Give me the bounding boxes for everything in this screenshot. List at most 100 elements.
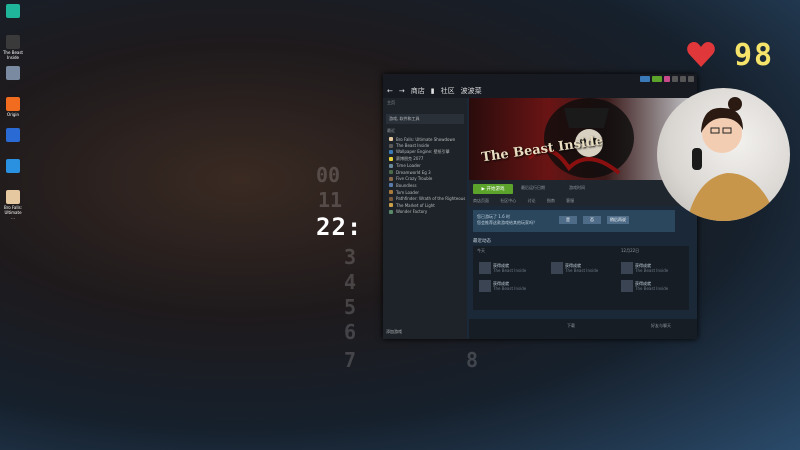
clock-digit-row-5: 5 [344, 295, 357, 319]
desktop-shortcut[interactable] [2, 128, 24, 143]
game-icon [389, 190, 393, 195]
activity-card[interactable]: 获得成就 The Beast Inside [551, 262, 621, 276]
tab-community-hub[interactable]: 社区中心 [500, 198, 516, 203]
app-icon [6, 159, 20, 173]
tab-store-page[interactable]: 商店页面 [473, 198, 489, 203]
game-icon [389, 137, 393, 142]
nav-store[interactable]: 商店 [411, 86, 425, 96]
close-icon[interactable] [688, 76, 694, 82]
game-name: Five Crazy Trouble [396, 176, 433, 182]
activity-title: 最近动态 [473, 239, 491, 244]
activity-card-subtitle: The Beast Inside [493, 268, 527, 273]
play-button[interactable]: ▶ 开始游戏 [473, 184, 513, 194]
activity-card-subtitle: The Beast Inside [565, 268, 599, 273]
bottom-bar: 下载 好友与聊天 [469, 319, 697, 339]
tab-discussions[interactable]: 讨论 [528, 198, 536, 203]
achievement-icon [479, 262, 491, 274]
sidebar-home[interactable]: 主页 [383, 98, 467, 112]
desktop-shortcut[interactable]: The Beast Inside [2, 35, 24, 60]
game-name: Tom Loader [396, 189, 420, 195]
game-subtabs: 商店页面 社区中心 讨论 指南 客服 [473, 198, 584, 204]
tab-support[interactable]: 客服 [566, 198, 574, 203]
app-icon [6, 190, 20, 204]
desktop-shortcut[interactable] [2, 4, 24, 19]
desktop-clock: 22: [316, 213, 363, 241]
sidebar-game-item[interactable]: Bro Falls: Ultimate Showdown [383, 136, 467, 143]
notifications-icon[interactable] [652, 76, 662, 82]
game-icon [389, 183, 393, 188]
downloads-button[interactable]: 下载 [567, 323, 575, 329]
activity-today: 今天 [477, 248, 485, 253]
activity-card-subtitle: The Beast Inside [635, 268, 669, 273]
add-game-button[interactable]: 添加游戏 [386, 329, 402, 335]
sidebar-game-item[interactable]: Five Crazy Trouble [383, 176, 467, 183]
game-icon [389, 176, 393, 181]
clock-digit-row-7: 7 [344, 348, 357, 372]
sidebar-game-item[interactable]: 赛博朋克 2077 [383, 156, 467, 163]
clock-digit-row-8: 8 [466, 348, 479, 372]
app-icon [6, 128, 20, 142]
play-label: 开始游戏 [486, 187, 505, 192]
sidebar-game-item[interactable]: Time Loader [383, 162, 467, 169]
game-name: Wonder Factory [396, 209, 428, 215]
desktop-shortcut-label: The Beast Inside [2, 50, 24, 60]
activity-card[interactable]: 获得成就 The Beast Inside [479, 262, 549, 276]
sidebar-game-item[interactable]: The Beast Inside [383, 143, 467, 150]
game-icon [389, 170, 393, 175]
desktop-shortcut[interactable] [2, 66, 24, 81]
playtime-label: 游戏时间 [569, 185, 585, 190]
nav-username[interactable]: 波波菜 [461, 86, 482, 96]
nav-community[interactable]: 社区 [441, 86, 455, 96]
game-name: Dreamworld Eg 3 [396, 169, 431, 175]
minimize-icon[interactable] [672, 76, 678, 82]
sidebar-game-item[interactable]: The Market of Light [383, 202, 467, 209]
nav-bar: ← → 商店 ▮ 社区 波波菜 [383, 84, 697, 98]
title-bar [383, 74, 697, 84]
game-icon [389, 163, 393, 168]
broadcast-icon[interactable] [640, 76, 650, 82]
back-arrow-icon[interactable]: ← [387, 87, 393, 95]
review-question: 您会推荐这款游戏给其他玩家吗？ [477, 220, 537, 225]
friends-chat-button[interactable]: 好友与聊天 [651, 323, 671, 329]
play-row: ▶ 开始游戏 最后运行日期 游戏时间 商店页面 社区中心 讨论 指南 客服 [469, 180, 697, 206]
library-filter-select[interactable]: 游戏, 软件和工具 [386, 114, 464, 124]
game-icon [389, 209, 393, 214]
clock-digit-row-4: 4 [344, 270, 357, 294]
sidebar-game-item[interactable]: Pathfinder: Wrath of the Righteous [383, 195, 467, 202]
desktop-shortcut-label: Bro Falls: Ultimate ... [3, 205, 23, 220]
sidebar-game-item[interactable]: Boundless [383, 182, 467, 189]
desktop-shortcut[interactable] [2, 159, 24, 174]
game-name: 赛博朋克 2077 [396, 156, 424, 162]
game-name: Boundless [396, 182, 417, 188]
sidebar-game-item[interactable]: Dreamworld Eg 3 [383, 169, 467, 176]
webcam-overlay [657, 88, 790, 221]
activity-card[interactable]: 获得成就 The Beast Inside [479, 280, 549, 294]
desktop-shortcut-label: Origin [6, 112, 20, 117]
sidebar-game-item[interactable]: Tom Loader [383, 189, 467, 196]
desktop-shortcut[interactable]: Origin [2, 97, 24, 117]
review-no-button[interactable]: 否 [583, 216, 601, 224]
sidebar-game-item[interactable]: Wonder Factory [383, 209, 467, 216]
review-yes-button[interactable]: 是 [559, 216, 577, 224]
game-icon [389, 143, 393, 148]
avatar[interactable] [664, 76, 670, 82]
clock-digit-row-0: 00 [316, 163, 341, 187]
game-name: Bro Falls: Ultimate Showdown [396, 136, 456, 142]
forward-arrow-icon[interactable]: → [399, 87, 405, 95]
app-icon [6, 97, 20, 111]
maximize-icon[interactable] [680, 76, 686, 82]
streamer-figure [687, 97, 777, 221]
library-icon[interactable]: ▮ [431, 87, 435, 95]
desktop-shortcut[interactable]: Bro Falls: Ultimate ... [2, 190, 24, 220]
tab-guides[interactable]: 指南 [547, 198, 555, 203]
activity-card[interactable]: 获得成就 The Beast Inside [621, 262, 691, 276]
activity-card[interactable]: 获得成就 The Beast Inside [621, 280, 691, 294]
app-icon [6, 4, 20, 18]
app-icon [6, 35, 20, 49]
heart-counter: 98 [734, 38, 775, 73]
activity-panel: 今天 12月22日 获得成就 The Beast Inside 获得成就 The Be… [473, 246, 689, 310]
sidebar-game-item[interactable]: Wallpaper Engine: 壁纸引擎 [383, 149, 467, 156]
review-later-button[interactable]: 稍后再说 [607, 216, 629, 224]
clock-digit-row-3: 3 [344, 245, 357, 269]
game-name: Time Loader [396, 163, 421, 169]
